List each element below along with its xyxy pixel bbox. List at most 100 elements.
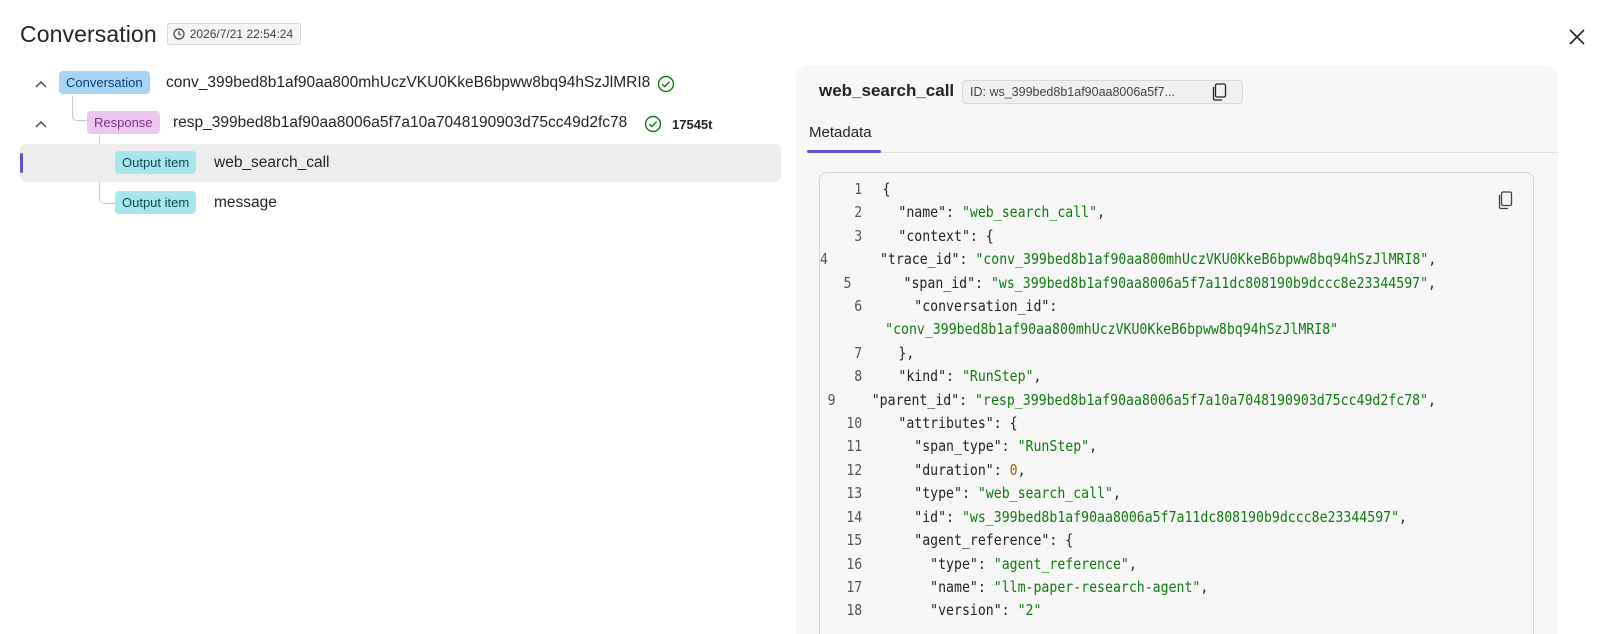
- tree-row-output-item[interactable]: Output item message: [20, 184, 800, 222]
- json-string: "ws_399bed8b1af90aa8006a5f7a11dc808190b9…: [990, 273, 1429, 292]
- json-token: "type":: [882, 484, 978, 503]
- line-content: "parent_id": "resp_399bed8b1af90aa8006a5…: [836, 389, 1436, 412]
- copy-code-button[interactable]: [1497, 191, 1513, 215]
- json-token: {: [882, 180, 891, 198]
- page-title: Conversation: [20, 20, 157, 47]
- json-token: "agent_reference": {: [882, 531, 1074, 550]
- line-content: "duration": 0,: [862, 459, 1025, 482]
- code-line: 3 "context": {: [820, 225, 1436, 248]
- json-string: "agent_reference": [993, 554, 1129, 573]
- line-content: "conv_399bed8b1af90aa800mhUczVKU0KkeB6bp…: [862, 318, 1338, 341]
- code-line: 18 "version": "2": [820, 599, 1436, 622]
- json-string: "conv_399bed8b1af90aa800mhUczVKU0KkeB6bp…: [885, 320, 1339, 339]
- tab-metadata[interactable]: Metadata: [809, 124, 872, 141]
- json-token: "span_id":: [871, 273, 991, 292]
- span-id-chip: ID: ws_399bed8b1af90aa8006a5f7...: [962, 80, 1243, 104]
- json-token: "name":: [882, 577, 994, 596]
- json-token: "version":: [882, 601, 1018, 620]
- response-badge: Response: [87, 111, 160, 134]
- json-token: ,: [1112, 484, 1121, 503]
- json-token: "conversation_id":: [882, 297, 1058, 316]
- line-content: "trace_id": "conv_399bed8b1af90aa800mhUc…: [828, 248, 1436, 271]
- line-content: "agent_reference": {: [862, 529, 1073, 552]
- line-number: 16: [846, 554, 863, 573]
- line-number: 15: [846, 531, 863, 550]
- trace-tree: Conversation conv_399bed8b1af90aa800mhUc…: [20, 66, 800, 626]
- line-content: "span_type": "RunStep",: [862, 435, 1097, 458]
- json-token: "duration":: [882, 460, 1010, 479]
- json-string: "RunStep": [1017, 437, 1090, 456]
- chevron-up-icon[interactable]: [31, 74, 51, 94]
- line-content: "id": "ws_399bed8b1af90aa8006a5f7a11dc80…: [862, 506, 1407, 529]
- code-line: 2 "name": "web_search_call",: [820, 201, 1436, 224]
- code-line: 14 "id": "ws_399bed8b1af90aa8006a5f7a11d…: [820, 506, 1436, 529]
- code-line: "conv_399bed8b1af90aa800mhUczVKU0KkeB6bp…: [820, 318, 1436, 341]
- json-string: "web_search_call": [961, 203, 1098, 222]
- code-line: 11 "span_type": "RunStep",: [820, 435, 1436, 458]
- line-number: 6: [854, 297, 863, 316]
- json-token: ,: [1428, 250, 1437, 269]
- json-string: "resp_399bed8b1af90aa8006a5f7a10a7048190…: [975, 390, 1429, 409]
- close-icon: [1569, 29, 1585, 45]
- tree-row-output-item[interactable]: Output item web_search_call: [20, 144, 781, 182]
- json-token: ,: [1097, 203, 1106, 222]
- code-line: 7 },: [820, 342, 1436, 365]
- code-lines: 1{2 "name": "web_search_call", 3 "context…: [820, 178, 1436, 623]
- json-string: "RunStep": [961, 367, 1034, 386]
- line-number: 8: [854, 367, 863, 386]
- code-line: 1{: [820, 178, 1436, 201]
- code-line: 13 "type": "web_search_call",: [820, 482, 1436, 505]
- line-number: 10: [846, 414, 863, 433]
- timestamp-badge: 2026/7/21 22:54:24: [166, 23, 302, 45]
- json-token: ,: [1428, 273, 1436, 292]
- code-line: 12 "duration": 0,: [820, 459, 1436, 482]
- copy-id-button[interactable]: [1211, 83, 1227, 104]
- copy-icon: [1212, 83, 1227, 101]
- code-line: 9 "parent_id": "resp_399bed8b1af90aa8006…: [820, 389, 1436, 412]
- line-number: 18: [846, 601, 863, 620]
- output-item-label: web_search_call: [214, 154, 330, 171]
- json-string: "2": [1017, 601, 1042, 620]
- json-token: ,: [1089, 437, 1098, 456]
- json-token: "name":: [882, 203, 962, 222]
- code-line: 4 "trace_id": "conv_399bed8b1af90aa800mh…: [820, 248, 1436, 271]
- code-line: 8 "kind": "RunStep",: [820, 365, 1436, 388]
- close-button[interactable]: [1566, 26, 1588, 48]
- json-token: "span_type":: [882, 437, 1018, 456]
- active-tab-indicator: [807, 150, 881, 153]
- line-content: "context": {: [862, 225, 994, 248]
- header: Conversation 2026/7/21 22:54:24: [20, 18, 302, 50]
- chevron-up-icon[interactable]: [31, 114, 51, 134]
- json-token: "parent_id":: [855, 390, 976, 409]
- line-number: 17: [846, 577, 863, 596]
- line-content: "version": "2": [862, 599, 1041, 622]
- tree-row-conversation[interactable]: Conversation conv_399bed8b1af90aa800mhUc…: [20, 65, 800, 103]
- json-token: "trace_id":: [848, 250, 976, 269]
- line-content: },: [862, 342, 914, 365]
- token-count: 17545t: [672, 117, 713, 132]
- timestamp-text: 2026/7/21 22:54:24: [189, 27, 294, 41]
- line-content: "type": "agent_reference",: [862, 553, 1137, 576]
- output-item-badge: Output item: [115, 151, 197, 174]
- copy-icon: [1498, 191, 1513, 210]
- json-token: "id":: [882, 507, 962, 526]
- json-code-viewer[interactable]: 1{2 "name": "web_search_call", 3 "context…: [819, 172, 1534, 634]
- tree-row-response[interactable]: Response resp_399bed8b1af90aa8006a5f7a10…: [20, 105, 800, 143]
- line-content: "span_id": "ws_399bed8b1af90aa8006a5f7a1…: [852, 272, 1436, 295]
- response-id-label: resp_399bed8b1af90aa8006a5f7a10a70481909…: [173, 114, 628, 131]
- line-content: "kind": "RunStep",: [862, 365, 1041, 388]
- code-line: 15 "agent_reference": {: [820, 529, 1436, 552]
- json-token: "type":: [882, 554, 994, 573]
- selection-indicator: [20, 153, 23, 173]
- code-line: 10 "attributes": {: [820, 412, 1436, 435]
- line-number: 7: [854, 343, 863, 362]
- json-token: "context": {: [882, 226, 994, 245]
- json-token: ,: [1428, 390, 1436, 409]
- json-token: },: [882, 343, 915, 362]
- code-line: 16 "type": "agent_reference",: [820, 553, 1436, 576]
- output-item-badge: Output item: [115, 191, 197, 214]
- check-circle-icon: [657, 75, 675, 93]
- line-number: 4: [820, 250, 828, 269]
- json-string: "ws_399bed8b1af90aa8006a5f7a11dc808190b9…: [961, 507, 1400, 526]
- line-number: 9: [827, 390, 836, 409]
